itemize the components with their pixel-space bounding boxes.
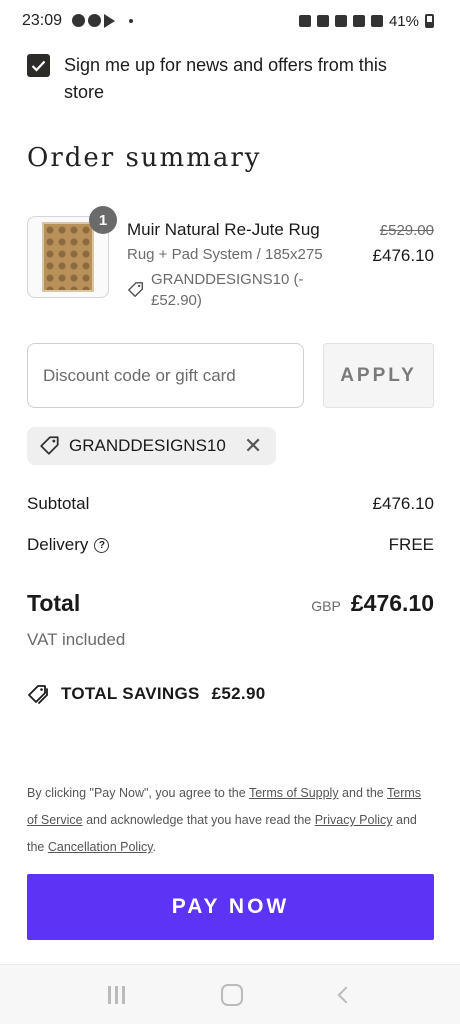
newsletter-label: Sign me up for news and offers from this…: [64, 55, 387, 102]
cancellation-policy-link[interactable]: Cancellation Policy: [48, 840, 153, 854]
total-currency: GBP: [311, 598, 341, 614]
alarm-icon: [316, 15, 329, 27]
product-discount-label: GRANDDESIGNS10 (-£52.90): [151, 271, 304, 309]
delivery-row: Delivery? FREE: [27, 535, 434, 555]
total-row: Total GBP £476.10: [27, 590, 434, 617]
system-nav-bar: [0, 964, 460, 1024]
newsletter-checkbox[interactable]: [27, 54, 50, 77]
newsletter-optin[interactable]: Sign me up for news and offers from this…: [27, 52, 427, 106]
total-savings: TOTAL SAVINGS £52.90: [27, 683, 265, 705]
product-line-item: 1 Muir Natural Re-Jute Rug Rug + Pad Sys…: [27, 206, 434, 309]
product-discount: GRANDDESIGNS10 (-£52.90): [127, 269, 317, 311]
notification-icons: [72, 14, 116, 28]
battery-icon: [425, 14, 434, 28]
status-time: 23:09: [22, 12, 63, 29]
delivery-value: FREE: [388, 535, 434, 554]
applied-code-label: GRANDDESIGNS10: [69, 436, 226, 455]
total-value: £476.10: [350, 590, 434, 616]
subtotal-value: £476.10: [372, 494, 434, 513]
tags-icon: [28, 685, 48, 704]
recents-icon[interactable]: [108, 985, 126, 1004]
play-store-icon: [104, 14, 116, 28]
mute-icon: [334, 15, 347, 27]
delivery-label: Delivery: [27, 535, 89, 554]
notification-icon: [88, 14, 102, 27]
savings-label: TOTAL SAVINGS: [61, 684, 200, 703]
home-icon[interactable]: [221, 983, 244, 1006]
pay-now-button[interactable]: PAY NOW: [27, 874, 434, 940]
savings-value: £52.90: [211, 684, 266, 703]
back-icon[interactable]: [337, 986, 355, 1003]
battery-saver-icon: [298, 15, 311, 27]
product-name: Muir Natural Re-Jute Rug: [127, 220, 320, 239]
battery-percent: 41%: [388, 12, 419, 30]
rug-image: [42, 222, 94, 292]
help-icon[interactable]: ?: [94, 538, 110, 554]
vat-note: VAT included: [27, 630, 126, 649]
legal-text: and acknowledge that you have read the: [82, 813, 315, 827]
legal-notice: By clicking "Pay Now", you agree to the …: [27, 780, 427, 861]
quantity-badge: 1: [89, 206, 117, 234]
tag-icon: [128, 282, 144, 298]
apply-button[interactable]: APPLY: [323, 343, 434, 408]
more-notifications-icon: [129, 19, 134, 23]
total-label: Total: [27, 590, 81, 616]
remove-discount-icon[interactable]: ✕: [244, 435, 262, 457]
order-summary-title: Order summary: [27, 143, 262, 173]
applied-discount-code: GRANDDESIGNS10 ✕: [27, 427, 277, 465]
wifi-icon: [352, 15, 365, 27]
signal-icon: [370, 15, 383, 27]
discount-code-input[interactable]: [27, 343, 304, 408]
check-icon: [31, 60, 46, 72]
status-bar: 23:09 41%: [0, 0, 460, 42]
legal-text: and the: [338, 786, 388, 800]
legal-text: .: [152, 840, 157, 854]
subtotal-label: Subtotal: [27, 494, 90, 513]
legal-text: By clicking "Pay Now", you agree to the: [27, 786, 249, 800]
tag-icon: [40, 436, 59, 455]
privacy-policy-link[interactable]: Privacy Policy: [315, 813, 393, 827]
subtotal-row: Subtotal £476.10: [27, 494, 434, 514]
original-price: £529.00: [379, 222, 434, 239]
notification-icon: [72, 14, 86, 27]
product-variant: Rug + Pad System / 185x275: [127, 246, 323, 263]
terms-of-supply-link[interactable]: Terms of Supply: [249, 786, 339, 800]
product-price: £476.10: [372, 246, 434, 265]
